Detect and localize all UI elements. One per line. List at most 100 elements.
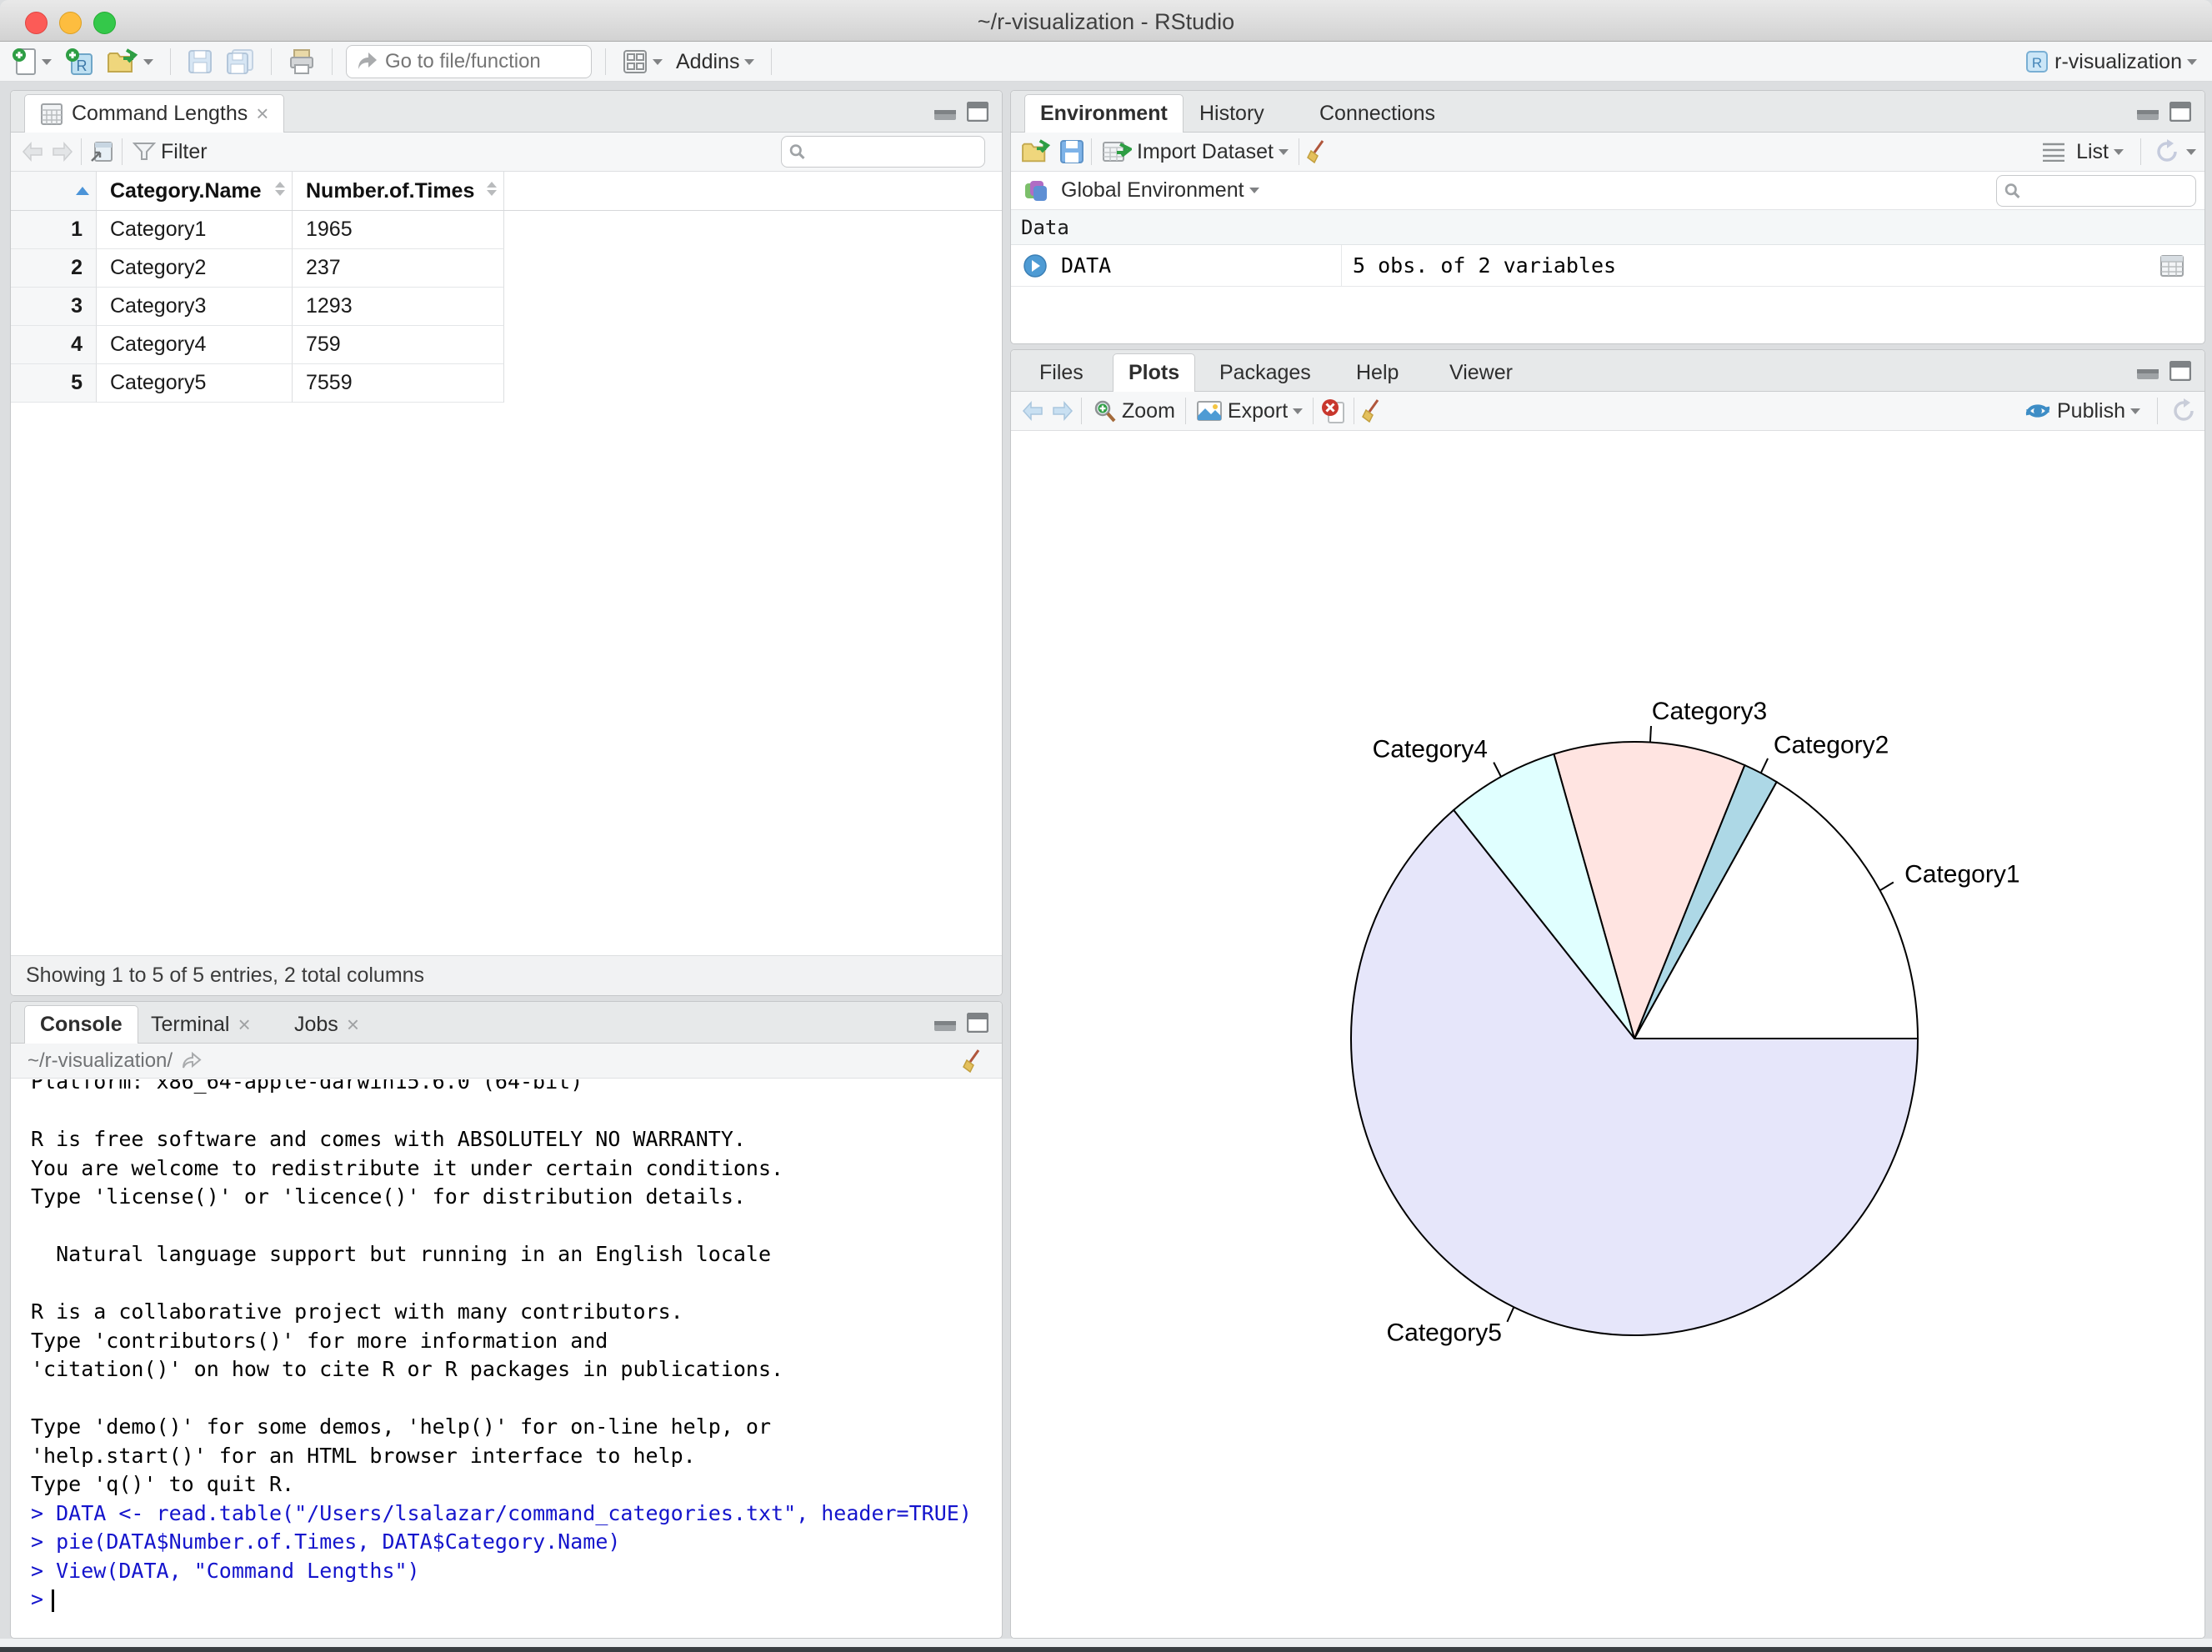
tab-packages[interactable]: Packages xyxy=(1204,353,1326,392)
row-number-header[interactable] xyxy=(11,172,97,210)
previous-plot-icon[interactable] xyxy=(1021,400,1044,422)
close-tab-icon[interactable]: × xyxy=(256,101,268,127)
export-plot-button[interactable]: Export xyxy=(1193,397,1306,426)
table-row[interactable]: 1 Category1 1965 xyxy=(11,211,1002,249)
close-tab-icon[interactable]: × xyxy=(238,1012,250,1038)
window-title: ~/r-visualization - RStudio xyxy=(977,9,1235,34)
remove-plot-icon[interactable] xyxy=(1320,398,1347,424)
expand-object-icon[interactable] xyxy=(1023,253,1048,278)
clear-environment-icon[interactable] xyxy=(1306,139,1329,164)
tab-plots[interactable]: Plots xyxy=(1113,353,1196,392)
clear-all-plots-icon[interactable] xyxy=(1361,398,1384,423)
environment-search-box[interactable] xyxy=(1996,174,2196,207)
minimize-pane-icon[interactable] xyxy=(933,103,957,121)
tab-history[interactable]: History xyxy=(1184,94,1279,133)
import-dataset-button[interactable]: Import Dataset xyxy=(1098,137,1292,167)
minimize-pane-icon[interactable] xyxy=(2136,103,2159,121)
tab-console[interactable]: Console xyxy=(24,1005,138,1044)
tab-files[interactable]: Files xyxy=(1024,353,1098,392)
list-view-icon xyxy=(2043,143,2065,162)
tab-connections[interactable]: Connections xyxy=(1304,94,1450,133)
row-number: 4 xyxy=(11,326,97,364)
workspace-panes-button[interactable] xyxy=(619,47,666,77)
environment-object-row[interactable]: DATA 5 obs. of 2 variables xyxy=(1011,245,2204,287)
refresh-plot-icon[interactable] xyxy=(2171,398,2196,423)
tab-command-lengths[interactable]: Command Lengths × xyxy=(24,94,285,133)
pie-label-tick xyxy=(1759,758,1769,773)
back-icon[interactable] xyxy=(21,141,44,163)
publish-caret xyxy=(2130,408,2140,414)
table-row[interactable]: 2 Category2 237 xyxy=(11,249,1002,288)
new-project-button[interactable]: R xyxy=(62,45,97,78)
load-workspace-icon[interactable] xyxy=(1021,139,1051,164)
data-section-header: Data xyxy=(1011,210,2204,245)
cell-times: 1293 xyxy=(293,288,504,326)
goto-directory-icon[interactable] xyxy=(181,1051,203,1070)
refresh-caret[interactable] xyxy=(2186,148,2196,155)
new-file-button[interactable] xyxy=(8,45,55,78)
project-caret xyxy=(2187,58,2197,65)
addins-label: Addins xyxy=(676,49,740,73)
close-tab-icon[interactable]: × xyxy=(347,1012,359,1038)
next-plot-icon[interactable] xyxy=(1051,400,1074,422)
minimize-pane-icon[interactable] xyxy=(933,1014,957,1032)
open-file-button[interactable] xyxy=(103,46,157,78)
save-button[interactable] xyxy=(184,47,216,77)
toolbar-separator xyxy=(122,138,123,165)
goto-file-input[interactable] xyxy=(385,50,577,73)
view-table-icon[interactable] xyxy=(2159,254,2184,278)
print-button[interactable] xyxy=(285,46,318,78)
tab-help[interactable]: Help xyxy=(1341,353,1414,392)
cell-times: 759 xyxy=(293,326,504,364)
global-environment-label: Global Environment xyxy=(1061,178,1244,202)
minimize-pane-icon[interactable] xyxy=(2136,362,2159,380)
open-new-window-icon[interactable] xyxy=(88,139,115,164)
goto-file-box[interactable] xyxy=(346,45,592,78)
environment-scope-row: Global Environment xyxy=(1011,172,2204,210)
clear-console-icon[interactable] xyxy=(962,1049,985,1074)
console-prompt-line[interactable]: > xyxy=(31,1585,1002,1614)
maximize-pane-icon[interactable] xyxy=(2169,361,2191,381)
table-search-input[interactable] xyxy=(811,140,978,163)
table-row[interactable]: 5 Category5 7559 xyxy=(11,364,1002,403)
pie-label-Category1: Category1 xyxy=(1904,860,2019,888)
filter-button[interactable]: Filter xyxy=(129,138,211,167)
global-environment-button[interactable]: Global Environment xyxy=(1058,176,1263,205)
tab-environment[interactable]: Environment xyxy=(1024,94,1184,133)
plot-display-area: Category1 Category2 Category3 Category4 Cate… xyxy=(1011,431,2204,1638)
import-dataset-label: Import Dataset xyxy=(1137,139,1274,163)
column-header-category-name[interactable]: Category.Name xyxy=(97,172,293,210)
addins-button[interactable]: Addins xyxy=(673,48,758,77)
console-output[interactable]: Platform: x86_64-apple-darwin15.6.0 (64-… xyxy=(11,1079,1002,1638)
save-workspace-icon[interactable] xyxy=(1059,139,1084,164)
save-all-button[interactable] xyxy=(223,46,258,78)
refresh-icon[interactable] xyxy=(2154,139,2179,164)
table-search-box[interactable] xyxy=(781,136,985,168)
toolbar-separator xyxy=(605,48,606,75)
data-viewer-tabbar: Command Lengths × xyxy=(11,91,1002,133)
pie-label-Category2: Category2 xyxy=(1774,732,1889,759)
column-header-number-of-times[interactable]: Number.of.Times xyxy=(293,172,504,210)
maximize-pane-icon[interactable] xyxy=(967,1013,988,1033)
titlebar: ~/r-visualization - RStudio xyxy=(0,0,2212,42)
pie-label-tick xyxy=(1879,881,1894,892)
maximize-pane-icon[interactable] xyxy=(967,102,988,122)
environment-search-input[interactable] xyxy=(2026,179,2189,202)
list-view-caret xyxy=(2114,148,2124,155)
tab-jobs[interactable]: Jobs × xyxy=(279,1005,374,1044)
table-row[interactable]: 4 Category4 759 xyxy=(11,326,1002,364)
zoom-plot-button[interactable]: Zoom xyxy=(1088,396,1179,426)
toolbar-separator xyxy=(271,48,272,75)
tab-viewer[interactable]: Viewer xyxy=(1434,353,1528,392)
forward-icon[interactable] xyxy=(51,141,74,163)
plots-tabbar: Files Plots Packages Help Viewer xyxy=(1011,350,2204,392)
text-cursor xyxy=(52,1589,55,1612)
table-row[interactable]: 3 Category3 1293 xyxy=(11,288,1002,326)
window-bottom-edge xyxy=(0,1639,2212,1647)
tab-terminal[interactable]: Terminal × xyxy=(136,1005,266,1044)
save-icon xyxy=(188,50,212,73)
project-menu-button[interactable]: R r-visualization xyxy=(2021,46,2200,78)
list-view-button[interactable]: List xyxy=(2073,138,2127,167)
maximize-pane-icon[interactable] xyxy=(2169,102,2191,122)
publish-button[interactable]: Publish xyxy=(2020,397,2144,426)
